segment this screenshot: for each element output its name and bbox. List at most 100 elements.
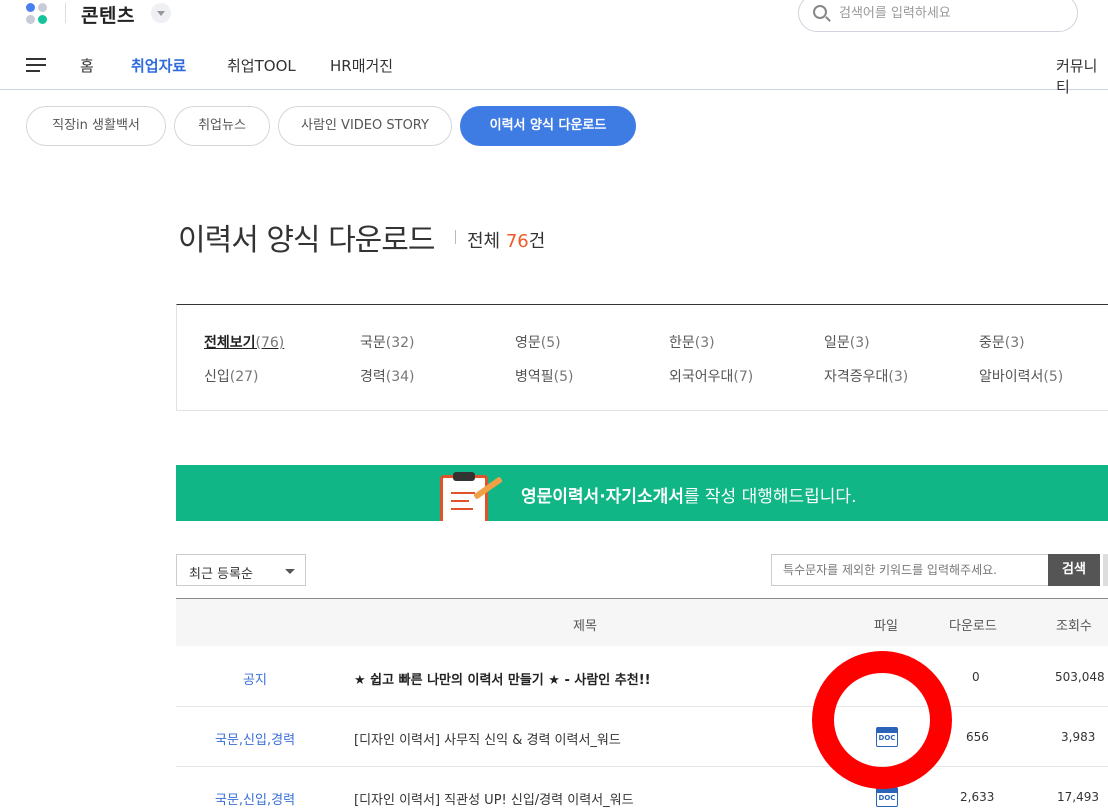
category-count: (34) [385,369,415,385]
category-count: (3) [1004,335,1025,351]
category-label: 자격증우대 [824,369,889,385]
total-count-label: 전체 76건 [467,227,545,253]
category-experienced[interactable]: 경력(34) [360,366,415,386]
nav-item-job-materials[interactable]: 취업자료 [131,55,186,76]
logo-dot-4 [38,15,47,24]
search-icon[interactable] [813,5,827,19]
category-filter: 전체보기(76) 국문(32) 영문(5) 한문(3) 일문(3) 중문(3) … [176,304,1108,411]
category-count: (27) [229,369,259,385]
category-label: 영문 [515,335,541,351]
category-all[interactable]: 전체보기(76) [204,332,284,352]
page-title: 이력서 양식 다운로드 [178,223,435,258]
category-count: (5) [553,369,574,385]
header-title: 제목 [573,619,597,634]
header-file: 파일 [874,619,898,634]
sort-label: 최근 등록순 [189,567,253,582]
search-button[interactable]: 검색 [1048,554,1100,586]
category-japanese[interactable]: 일문(3) [824,332,870,352]
category-label: 알바이력서 [979,369,1044,385]
category-count: (3) [888,369,909,385]
row-title[interactable]: [디자인 이력서] 직관성 UP! 신입/경력 이력서_워드 [354,789,634,808]
total-count: 76 [505,231,529,252]
logo-dot-3 [26,15,35,24]
category-label: 외국어우대 [669,369,734,385]
tab-workplace-guide[interactable]: 직장in 생활백서 [26,106,166,146]
table-row[interactable]: 국문,신입,경력 [디자인 이력서] 직관성 UP! 신입/경력 이력서_워드 … [176,767,1108,809]
highlight-circle [812,651,952,789]
top-bar: 콘텐츠 [0,0,1108,40]
divider [455,230,456,244]
keyword-search[interactable] [771,554,1048,586]
category-label: 경력 [360,369,386,385]
category-chinese[interactable]: 중문(3) [979,332,1025,352]
category-count: (5) [1043,369,1064,385]
nav-item-job-tool[interactable]: 취업TOOL [227,55,296,76]
category-korean[interactable]: 국문(32) [360,332,415,352]
category-count: (76) [255,335,285,351]
banner-bold-text: 영문이력서·자기소개서 [521,487,684,507]
category-language-pref[interactable]: 외국어우대(7) [669,366,753,386]
category-english[interactable]: 영문(5) [515,332,561,352]
row-category[interactable]: 공지 [243,669,267,688]
category-count: (32) [385,335,415,351]
category-count: (7) [733,369,754,385]
banner-text: 영문이력서·자기소개서를 작성 대행해드립니다. [521,482,856,507]
logo-icon[interactable] [26,3,48,25]
category-label: 신입 [204,369,230,385]
table-header: 제목 파일 다운로드 조회수 [176,598,1108,646]
category-parttime[interactable]: 알바이력서(5) [979,366,1063,386]
doc-file-icon[interactable]: DOC [876,787,898,807]
row-category[interactable]: 국문,신입,경력 [215,789,295,808]
category-label: 전체보기 [204,335,256,351]
category-label: 병역필 [515,369,554,385]
row-downloads: 0 [972,670,980,684]
category-count: (5) [540,335,561,351]
header-downloads: 다운로드 [949,619,997,634]
category-entry-level[interactable]: 신입(27) [204,366,259,386]
doc-file-label: DOC [878,794,896,802]
category-label: 중문 [979,335,1005,351]
promo-banner[interactable]: 영문이력서·자기소개서를 작성 대행해드립니다. [176,465,1108,521]
chevron-down-icon[interactable] [151,3,171,23]
tab-resume-download[interactable]: 이력서 양식 다운로드 [460,106,636,146]
reset-button[interactable] [1103,554,1108,586]
divider [65,3,66,23]
nav-item-community[interactable]: 커뮤니티 [1056,55,1108,97]
keyword-input[interactable] [772,555,1048,585]
banner-rest-text: 를 작성 대행해드립니다. [683,487,857,507]
category-label: 국문 [360,335,386,351]
category-label: 한문 [669,335,695,351]
sort-select[interactable]: 최근 등록순 [176,554,306,586]
total-suffix: 건 [528,231,546,252]
logo-dot-2 [38,3,47,12]
clipboard-icon [440,472,488,521]
nav-item-home[interactable]: 홈 [80,55,94,76]
category-cert-pref[interactable]: 자격증우대(3) [824,366,908,386]
row-category[interactable]: 국문,신입,경력 [215,729,295,748]
row-views: 503,048 [1055,670,1105,684]
row-views: 17,493 [1057,790,1099,804]
category-label: 일문 [824,335,850,351]
tab-job-news[interactable]: 취업뉴스 [174,106,270,146]
menu-icon[interactable] [26,57,46,73]
row-title[interactable]: [디자인 이력서] 사무직 신익 & 경력 이력서_워드 [354,729,621,748]
row-title[interactable]: ★ 쉽고 빠른 나만의 이력서 만들기 ★ - 사람인 추천!! [354,669,651,688]
total-prefix: 전체 [467,231,501,252]
category-chinese-char[interactable]: 한문(3) [669,332,715,352]
logo-dot-1 [26,3,35,12]
nav-item-hr-magazine[interactable]: HR매거진 [330,55,393,76]
category-count: (3) [849,335,870,351]
main-nav: 홈 취업자료 취업TOOL HR매거진 커뮤니티 [0,40,1108,96]
global-search[interactable] [798,0,1078,32]
row-downloads: 656 [966,730,989,744]
row-views: 3,983 [1061,730,1096,744]
brand-title[interactable]: 콘텐츠 [81,1,135,28]
table-row[interactable]: 공지 ★ 쉽고 빠른 나만의 이력서 만들기 ★ - 사람인 추천!! 0 50… [176,647,1108,707]
category-count: (3) [694,335,715,351]
row-downloads: 2,633 [960,790,995,804]
tab-video-story[interactable]: 사람인 VIDEO STORY [278,106,452,146]
search-input[interactable] [839,1,1059,25]
header-views: 조회수 [1056,619,1092,634]
category-military[interactable]: 병역필(5) [515,366,573,386]
table-row[interactable]: 국문,신입,경력 [디자인 이력서] 사무직 신익 & 경력 이력서_워드 DO… [176,707,1108,767]
